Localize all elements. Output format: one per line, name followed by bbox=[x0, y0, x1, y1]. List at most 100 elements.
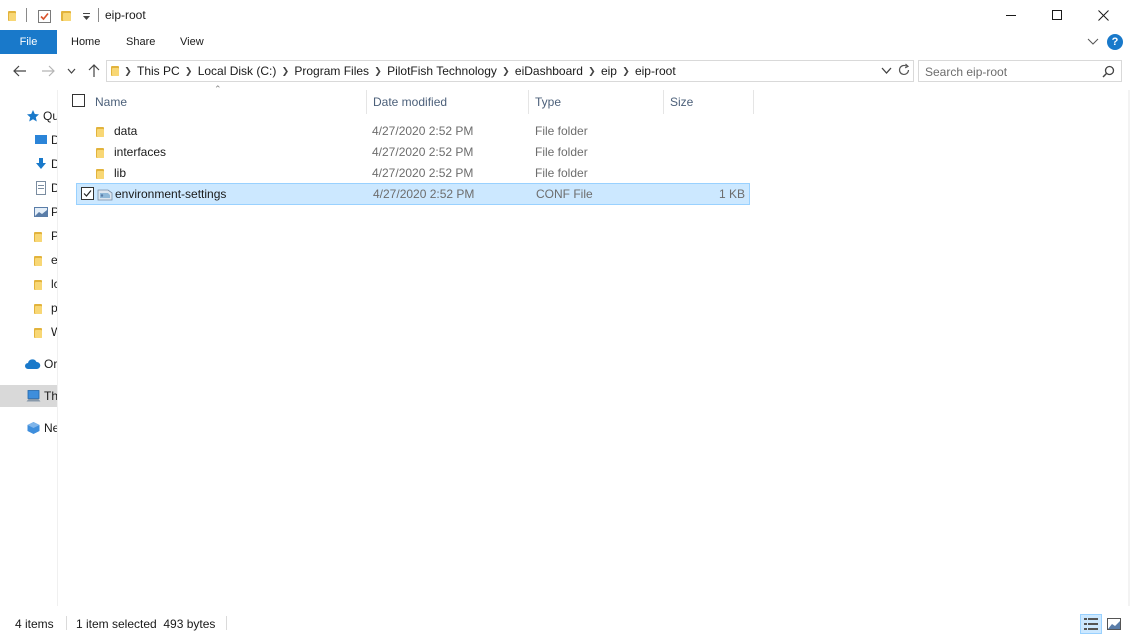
file-row[interactable]: interfaces 4/27/2020 2:52 PM File folder bbox=[76, 142, 750, 163]
up-button[interactable] bbox=[84, 61, 104, 81]
file-type: File folder bbox=[535, 166, 588, 180]
tab-view[interactable]: View bbox=[180, 30, 204, 54]
separator bbox=[98, 8, 99, 22]
row-checkbox[interactable] bbox=[81, 187, 94, 200]
chevron-right-icon[interactable]: ❯ bbox=[585, 66, 599, 77]
chevron-down-icon bbox=[67, 68, 75, 74]
separator bbox=[26, 8, 27, 22]
forward-button[interactable] bbox=[38, 61, 58, 81]
network-icon bbox=[26, 421, 41, 435]
file-type: CONF File bbox=[536, 187, 593, 201]
folder-icon bbox=[111, 66, 119, 76]
status-separator bbox=[226, 616, 227, 630]
breadcrumb-eip-root[interactable]: eip-root bbox=[633, 64, 678, 78]
breadcrumb-pilotfish[interactable]: PilotFish Technology bbox=[385, 64, 499, 78]
recent-locations-button[interactable] bbox=[63, 61, 79, 81]
properties-icon[interactable] bbox=[38, 8, 51, 24]
nav-item-network[interactable]: Ne bbox=[26, 417, 57, 439]
breadcrumb-this-pc[interactable]: This PC bbox=[135, 64, 182, 78]
nav-item-downloads[interactable]: D bbox=[34, 153, 57, 175]
column-header-name[interactable]: Name bbox=[95, 90, 127, 114]
search-input[interactable]: Search eip-root bbox=[918, 60, 1122, 82]
documents-icon bbox=[34, 181, 48, 195]
folder-icon bbox=[34, 277, 48, 291]
nav-item-folder-p[interactable]: P bbox=[34, 225, 57, 247]
column-divider[interactable] bbox=[528, 90, 529, 114]
ribbon: File Home Share View ? bbox=[0, 30, 1130, 54]
breadcrumb: ❯ This PC ❯ Local Disk (C:) ❯ Program Fi… bbox=[111, 64, 678, 78]
star-icon bbox=[26, 109, 40, 123]
file-date: 4/27/2020 2:52 PM bbox=[372, 124, 474, 138]
navigation-pane: Qu D D D P P e lc p W Or Th bbox=[0, 90, 58, 606]
file-row[interactable]: lib 4/27/2020 2:52 PM File folder bbox=[76, 163, 750, 184]
column-header-size[interactable]: Size bbox=[670, 90, 693, 114]
chevron-right-icon[interactable]: ❯ bbox=[371, 66, 385, 77]
chevron-right-icon[interactable]: ❯ bbox=[182, 66, 196, 77]
nav-item-folder-lc[interactable]: lc bbox=[34, 273, 57, 295]
chevron-right-icon[interactable]: ❯ bbox=[121, 66, 135, 77]
nav-item-folder-e[interactable]: e bbox=[34, 249, 57, 271]
file-date: 4/27/2020 2:52 PM bbox=[372, 145, 474, 159]
file-name[interactable]: data bbox=[114, 124, 137, 138]
file-row[interactable]: environment-settings 4/27/2020 2:52 PM C… bbox=[76, 183, 750, 205]
minimize-icon bbox=[1006, 15, 1016, 16]
nav-item-quick-access[interactable]: Qu bbox=[26, 105, 57, 127]
maximize-button[interactable] bbox=[1034, 0, 1080, 30]
folder-icon bbox=[34, 229, 48, 243]
close-button[interactable] bbox=[1080, 0, 1126, 30]
folder-icon bbox=[34, 325, 48, 339]
breadcrumb-eip[interactable]: eip bbox=[599, 64, 619, 78]
column-header-type[interactable]: Type bbox=[535, 90, 561, 114]
refresh-icon[interactable] bbox=[897, 63, 911, 80]
breadcrumb-program-files[interactable]: Program Files bbox=[292, 64, 371, 78]
tab-share[interactable]: Share bbox=[126, 30, 155, 54]
customize-quick-access-icon[interactable] bbox=[82, 8, 91, 24]
column-header-date-modified[interactable]: Date modified bbox=[373, 90, 447, 114]
column-divider[interactable] bbox=[366, 90, 367, 114]
details-view-button[interactable] bbox=[1080, 614, 1102, 634]
nav-item-documents[interactable]: D bbox=[34, 177, 57, 199]
nav-item-pictures[interactable]: P bbox=[34, 201, 57, 223]
nav-item-desktop[interactable]: D bbox=[34, 129, 57, 151]
large-icons-view-button[interactable] bbox=[1103, 614, 1125, 634]
tab-home[interactable]: Home bbox=[71, 30, 100, 54]
address-history-chevron-icon[interactable] bbox=[881, 65, 892, 79]
expand-ribbon-chevron-icon[interactable] bbox=[1086, 34, 1100, 48]
address-bar[interactable]: ❯ This PC ❯ Local Disk (C:) ❯ Program Fi… bbox=[106, 60, 914, 82]
nav-item-folder-w[interactable]: W bbox=[34, 321, 57, 343]
desktop-icon bbox=[34, 133, 48, 147]
folder-icon bbox=[34, 253, 48, 267]
sort-ascending-icon: ⌃ bbox=[214, 84, 222, 94]
search-placeholder: Search eip-root bbox=[925, 65, 1008, 79]
file-name[interactable]: lib bbox=[114, 166, 126, 180]
nav-item-onedrive[interactable]: Or bbox=[24, 353, 57, 375]
chevron-right-icon[interactable]: ❯ bbox=[619, 66, 633, 77]
folder-icon bbox=[96, 126, 104, 140]
breadcrumb-local-disk[interactable]: Local Disk (C:) bbox=[196, 64, 279, 78]
nav-item-this-pc[interactable]: Th bbox=[0, 385, 57, 407]
column-divider[interactable] bbox=[753, 90, 754, 114]
file-size: 1 KB bbox=[718, 187, 745, 201]
search-icon[interactable] bbox=[1102, 65, 1115, 81]
nav-item-folder-p2[interactable]: p bbox=[34, 297, 57, 319]
help-icon[interactable]: ? bbox=[1107, 34, 1123, 50]
minimize-button[interactable] bbox=[988, 0, 1034, 30]
breadcrumb-eidashboard[interactable]: eiDashboard bbox=[513, 64, 585, 78]
window-title: eip-root bbox=[105, 8, 146, 22]
chevron-right-icon[interactable]: ❯ bbox=[278, 66, 292, 77]
folder-icon[interactable] bbox=[8, 8, 16, 24]
status-separator bbox=[66, 616, 67, 630]
tab-file[interactable]: File bbox=[0, 30, 57, 54]
column-divider[interactable] bbox=[663, 90, 664, 114]
file-name[interactable]: interfaces bbox=[114, 145, 166, 159]
select-all-checkbox[interactable] bbox=[72, 94, 85, 107]
file-row[interactable]: data 4/27/2020 2:52 PM File folder bbox=[76, 121, 750, 142]
folder-icon bbox=[96, 168, 104, 182]
new-folder-icon[interactable] bbox=[61, 8, 71, 24]
file-name[interactable]: environment-settings bbox=[115, 187, 226, 201]
downloads-icon bbox=[34, 157, 48, 171]
back-button[interactable] bbox=[10, 61, 30, 81]
cloud-icon bbox=[24, 357, 41, 371]
forward-arrow-icon bbox=[42, 65, 55, 77]
chevron-right-icon[interactable]: ❯ bbox=[499, 66, 513, 77]
